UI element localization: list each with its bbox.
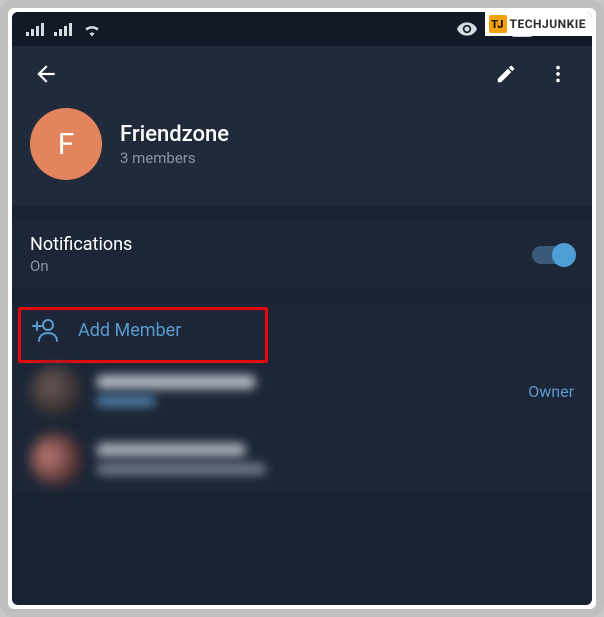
- member-status-redacted: [96, 463, 266, 475]
- back-button[interactable]: [24, 52, 68, 96]
- signal-2-icon: [54, 22, 72, 36]
- techjunkie-watermark: TJ TECHJUNKIE: [485, 12, 592, 36]
- member-avatar: [30, 365, 82, 417]
- group-subtitle: 3 members: [120, 149, 229, 167]
- notifications-row[interactable]: Notifications On: [30, 234, 574, 275]
- member-avatar: [30, 433, 82, 485]
- add-member-label: Add Member: [78, 320, 181, 341]
- group-header: F Friendzone 3 members: [12, 102, 592, 206]
- visibility-icon: [457, 22, 477, 36]
- notifications-toggle[interactable]: [532, 246, 574, 264]
- arrow-left-icon: [33, 61, 59, 87]
- notifications-section: Notifications On: [12, 220, 592, 289]
- device-frame: TJ TECHJUNKIE 68 5:24: [0, 0, 604, 617]
- group-header-text: Friendzone 3 members: [120, 122, 229, 167]
- member-row[interactable]: Owner: [12, 357, 592, 425]
- notifications-state: On: [30, 257, 132, 275]
- member-name-redacted: [96, 443, 246, 457]
- group-avatar-letter: F: [58, 127, 75, 162]
- watermark-badge: TJ: [489, 15, 507, 33]
- member-name-redacted: [96, 375, 256, 389]
- edit-button[interactable]: [484, 52, 528, 96]
- screen: TJ TECHJUNKIE 68 5:24: [12, 12, 592, 605]
- group-title: Friendzone: [120, 122, 229, 147]
- members-section: Add Member Owner: [12, 303, 592, 493]
- member-row[interactable]: [12, 425, 592, 493]
- member-role: Owner: [528, 382, 574, 401]
- group-avatar[interactable]: F: [30, 108, 102, 180]
- signal-1-icon: [26, 22, 44, 36]
- add-member-button[interactable]: Add Member: [12, 303, 592, 357]
- wifi-icon: [82, 21, 102, 37]
- more-button[interactable]: [536, 52, 580, 96]
- more-vert-icon: [547, 63, 569, 85]
- pencil-icon: [495, 63, 517, 85]
- app-bar: [12, 46, 592, 102]
- watermark-text: TECHJUNKIE: [510, 17, 586, 31]
- add-user-icon: [30, 317, 60, 343]
- member-status-redacted: [96, 395, 156, 407]
- notifications-label: Notifications: [30, 234, 132, 255]
